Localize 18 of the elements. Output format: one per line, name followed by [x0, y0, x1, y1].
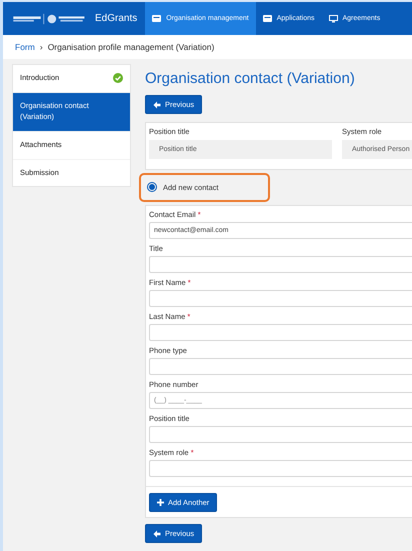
- page-title: Organisation contact (Variation): [145, 70, 355, 87]
- breadcrumb-separator: ›: [40, 42, 43, 52]
- breadcrumb-current: Organisation profile management (Variation): [48, 42, 214, 52]
- arrow-left-icon: [153, 100, 161, 108]
- radio-button[interactable]: [147, 182, 157, 192]
- input-field[interactable]: [149, 460, 412, 477]
- input-field[interactable]: [149, 290, 412, 307]
- app-name: EdGrants: [95, 13, 138, 24]
- plus-icon: [157, 499, 164, 506]
- input-field[interactable]: [149, 256, 412, 273]
- input-field[interactable]: [149, 358, 412, 375]
- card-icon: [152, 15, 162, 22]
- input-field[interactable]: [149, 426, 412, 443]
- card-icon: [262, 15, 272, 22]
- breadcrumb-link[interactable]: Form: [15, 42, 35, 52]
- monitor-icon: [328, 14, 338, 22]
- input-field[interactable]: [149, 324, 412, 341]
- arrow-left-icon: [153, 530, 161, 538]
